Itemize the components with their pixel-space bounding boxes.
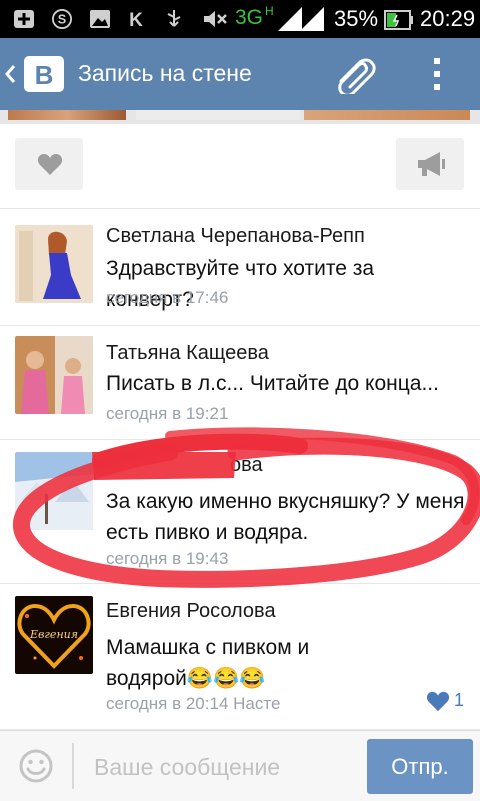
- share-button[interactable]: [396, 138, 464, 190]
- comment-item[interactable]: Евгения Евгения Росолова Мамашка с пивко…: [0, 584, 480, 730]
- comment-text: Писать в л.с... Читайте до конца...: [106, 372, 439, 395]
- back-icon[interactable]: [4, 64, 16, 84]
- composer-divider: [72, 743, 74, 789]
- comment-item[interactable]: Татьяна Кащеева Писать в л.с... Читайте …: [0, 326, 480, 440]
- like-button[interactable]: [15, 138, 83, 190]
- comment-item[interactable]: Светлана Черепанова-Репп Здравствуйте чт…: [0, 209, 480, 326]
- send-button[interactable]: Отпр.: [367, 739, 473, 794]
- attachment-icon[interactable]: [332, 52, 378, 94]
- usb-icon: [167, 10, 181, 27]
- comment-time: сегодня в 19:21: [106, 404, 229, 423]
- post-photos-strip: [0, 110, 480, 124]
- avatar[interactable]: Евгения: [15, 596, 93, 674]
- comment-time: сегодня в 17:46: [106, 288, 229, 307]
- vk-logo-icon[interactable]: B: [24, 56, 64, 92]
- skype-icon: S: [52, 9, 72, 29]
- like-count: 1: [454, 690, 465, 710]
- gallery-icon: [90, 10, 110, 28]
- add-icon: [14, 10, 34, 28]
- clock: 20:29: [420, 6, 476, 31]
- network-type: 3G: [235, 6, 264, 29]
- svg-text:B: B: [35, 60, 54, 90]
- comment-item[interactable]: ова За какую именно вкусняшку? У меня ес…: [0, 440, 480, 584]
- more-menu-icon[interactable]: [432, 56, 442, 92]
- page-title: Запись на стене: [78, 60, 252, 86]
- comment-author[interactable]: Евгения Росолова: [106, 600, 276, 623]
- battery-icon: [384, 10, 413, 30]
- status-bar: S K 3G H 35% 20:29: [0, 0, 480, 38]
- comment-time: сегодня в 20:14 Насте: [106, 694, 281, 713]
- svg-text:K: K: [129, 10, 143, 29]
- avatar[interactable]: [15, 452, 93, 530]
- heart-icon: [37, 154, 63, 175]
- comment-author[interactable]: Татьяна Кащеева: [106, 342, 269, 365]
- heart-icon: [426, 691, 450, 712]
- message-input[interactable]: [92, 749, 346, 785]
- emoji-icon[interactable]: [18, 748, 54, 784]
- network-subtype: H: [265, 4, 274, 18]
- comment-author[interactable]: Светлана Черепанова-Репп: [106, 225, 365, 248]
- comment-like[interactable]: 1: [426, 688, 470, 714]
- comment-author[interactable]: ова: [106, 454, 266, 480]
- battery-percent: 35%: [334, 6, 379, 31]
- avatar[interactable]: [15, 336, 93, 414]
- comment-author-tail: ова: [230, 454, 263, 476]
- post-actions: [0, 124, 480, 209]
- megaphone-icon: [418, 152, 445, 176]
- comment-text: За какую именно вкусняшку? У меня есть п…: [106, 490, 465, 544]
- app-bar: B Запись на стене: [0, 38, 480, 110]
- comment-text: Мамашка с пивком и водярой😂😂😂: [106, 636, 310, 690]
- message-composer: Отпр.: [0, 730, 480, 801]
- avatar-caption: Евгения: [29, 628, 78, 641]
- comment-time: сегодня в 19:43: [106, 549, 229, 568]
- mute-icon: [204, 11, 227, 27]
- svg-text:S: S: [58, 12, 66, 27]
- signal-icon: [278, 7, 324, 31]
- avatar[interactable]: [15, 225, 93, 303]
- vk-status-icon: K: [129, 10, 143, 29]
